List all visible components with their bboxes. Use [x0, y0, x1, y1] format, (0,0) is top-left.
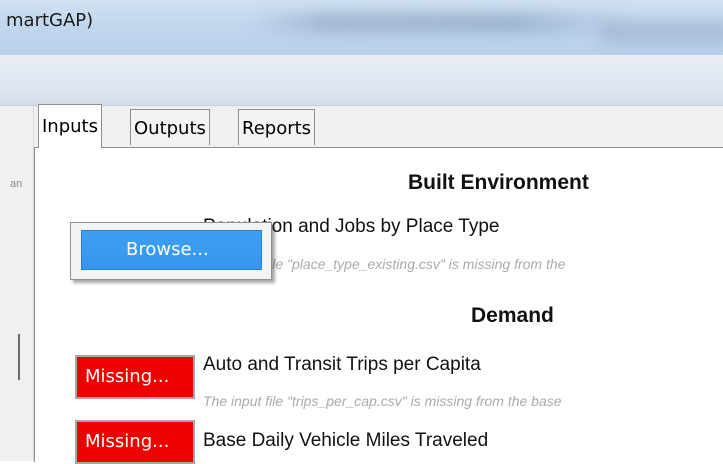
left-panel-label: an — [10, 178, 23, 190]
tab-inputs[interactable]: Inputs — [38, 104, 102, 148]
missing-button-base-vmt[interactable]: Missing... — [75, 420, 195, 464]
missing-button-trips-per-capita[interactable]: Missing... — [75, 355, 195, 399]
menu-strip — [0, 55, 723, 106]
context-menu: Browse... — [70, 222, 272, 280]
item-title-base-vmt: Base Daily Vehicle Miles Traveled — [203, 430, 489, 451]
section-heading-built-environment: Built Environment — [408, 171, 589, 194]
window-title-bar[interactable]: martGAP) — [0, 0, 723, 55]
inputs-panel: Built Environment Population and Jobs by… — [34, 147, 723, 464]
title-bar-blur — [600, 22, 723, 42]
tab-reports[interactable]: Reports — [238, 109, 316, 145]
section-heading-demand: Demand — [471, 304, 554, 327]
item-title-trips-per-capita: Auto and Transit Trips per Capita — [203, 354, 481, 375]
title-bar-blur — [250, 12, 630, 34]
item-description-trips-per-capita: The input file "trips_per_cap.csv" is mi… — [203, 393, 562, 409]
left-panel-field-edge — [8, 334, 20, 380]
left-panel: an — [0, 106, 34, 461]
browse-menu-item[interactable]: Browse... — [81, 230, 262, 270]
tab-outputs[interactable]: Outputs — [130, 109, 210, 145]
window-title: martGAP) — [6, 10, 94, 31]
